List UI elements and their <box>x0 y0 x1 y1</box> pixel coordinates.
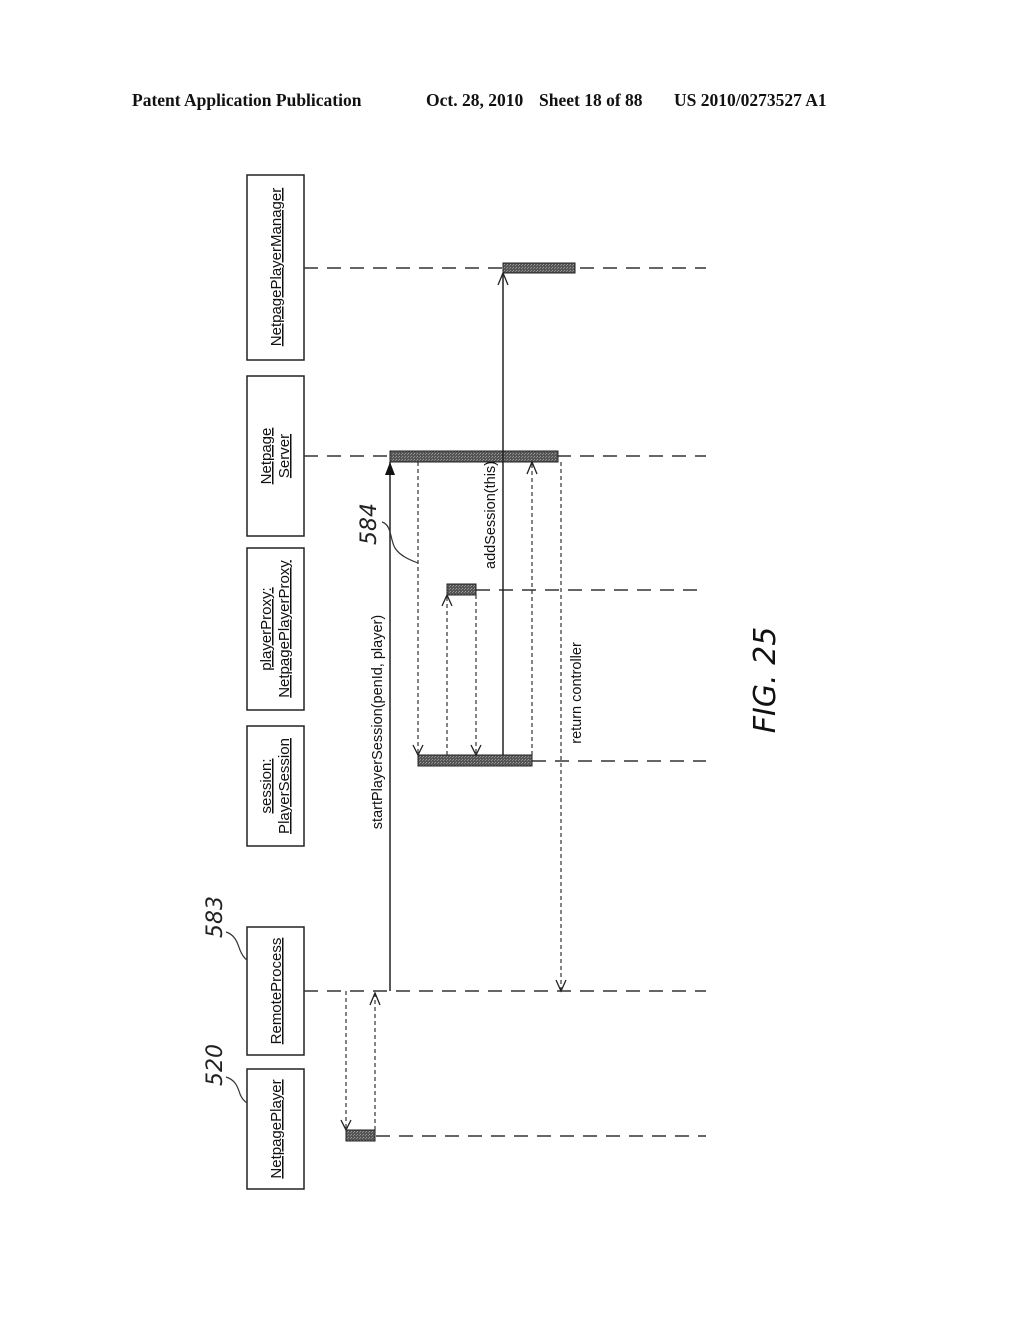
figure-label: FIG. 25 <box>748 627 783 734</box>
object-label-line1: playerProxy: <box>258 587 275 670</box>
object-netpage-player: NetpagePlayer <box>246 1068 305 1190</box>
object-label-line1: session: <box>258 758 275 813</box>
object-label: NetpagePlayer <box>268 1079 285 1178</box>
ref-584: 584 <box>357 503 419 564</box>
message-session-to-server <box>526 460 538 755</box>
object-label-line2: NetpagePlayerProxy <box>276 560 293 698</box>
activation-player-proxy <box>446 583 477 596</box>
ref-520: 520 <box>203 1044 248 1104</box>
message-remote-to-player <box>340 991 352 1132</box>
object-player-proxy: playerProxy: NetpagePlayerProxy <box>246 547 305 711</box>
activation-netpage-player <box>345 1129 376 1142</box>
message-label: addSession(this) <box>483 461 499 569</box>
ref-583: 583 <box>203 896 248 961</box>
sequence-diagram: NetpagePlayerManager Netpage Server play… <box>203 174 783 1190</box>
ref-numeral: 520 <box>203 1044 228 1086</box>
message-return-controller: return controller <box>555 462 585 993</box>
message-add-session: addSession(this) <box>483 271 509 755</box>
activation-netpage-player-manager <box>502 262 576 274</box>
message-proxy-to-session <box>470 595 482 757</box>
message-session-to-proxy <box>441 593 453 755</box>
object-netpage-player-manager: NetpagePlayerManager <box>246 174 305 361</box>
object-netpage-server: Netpage Server <box>246 375 305 537</box>
object-label: NetpagePlayerManager <box>268 188 285 346</box>
ref-numeral: 584 <box>357 503 382 545</box>
object-label-line2: Server <box>276 434 293 478</box>
message-label: return controller <box>569 642 585 744</box>
object-label-line2: PlayerSession <box>276 738 293 834</box>
object-label-line1: Netpage <box>258 428 275 485</box>
message-server-to-session <box>412 462 424 757</box>
object-label: RemoteProcess <box>268 938 285 1045</box>
activation-session <box>417 754 533 767</box>
activation-netpage-server <box>389 450 559 463</box>
object-remote-process: RemoteProcess <box>246 926 305 1056</box>
ref-numeral: 583 <box>203 896 228 938</box>
object-session: session: PlayerSession <box>246 725 305 847</box>
message-label: startPlayerSession(penId, player) <box>370 615 386 829</box>
message-player-to-remote <box>369 991 381 1130</box>
